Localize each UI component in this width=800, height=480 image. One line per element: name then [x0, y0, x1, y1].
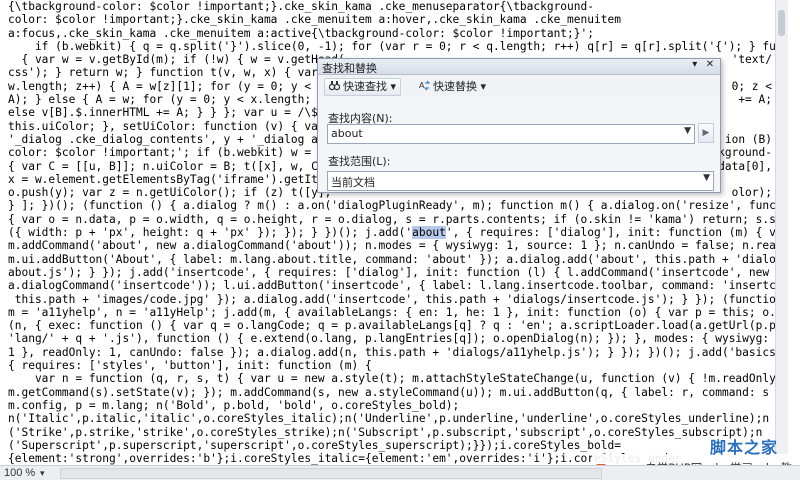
quick-replace-button[interactable]: A 快速替换 ▾: [414, 78, 491, 96]
code-line[interactable]: m.ui.addButton('About', { label: m.lang.…: [8, 253, 788, 266]
code-line[interactable]: m.config, p = m.lang; n('Bold', p.bold, …: [8, 399, 784, 412]
search-match-highlight: about: [412, 226, 446, 240]
watermark-logo: 脚本之家: [709, 438, 778, 457]
replace-icon: A: [419, 80, 431, 91]
find-replace-dialog: 查找和替换 ▾ ✕ 快速查找 ▾ A 快速替换 ▾ 查找内容(N): about…: [317, 58, 721, 193]
status-bar: 100 % ▾: [0, 465, 800, 480]
code-line[interactable]: (n, { exec: function () { var q = o.lang…: [8, 319, 788, 332]
chevron-down-icon[interactable]: ▾: [391, 80, 397, 93]
arrow-right-icon: ▶: [702, 128, 710, 138]
look-in-label: 查找范围(L):: [328, 155, 391, 168]
find-what-value: about: [331, 127, 363, 140]
code-line-fragment[interactable]: data[0],: [718, 159, 772, 173]
code-line[interactable]: color: $color !important;}.cke_skin_kama…: [8, 13, 784, 26]
zoom-level[interactable]: 100 %: [4, 466, 35, 480]
code-line[interactable]: {\tbackground-color: $color !important;}…: [8, 0, 784, 13]
svg-text:A: A: [419, 81, 425, 90]
code-line[interactable]: this.path + 'images/code.jpg' }); a.dial…: [8, 293, 784, 306]
code-line[interactable]: ({ width: p + 'px', height: q + 'px' });…: [8, 226, 788, 240]
scroll-thumb[interactable]: [778, 10, 785, 36]
code-line[interactable]: n('Italic',p.italic,'italic',o.coreStyle…: [8, 412, 784, 425]
look-in-value: 当前文档: [331, 176, 375, 189]
quick-find-label: 快速查找: [343, 80, 387, 93]
code-line-fragment[interactable]: olor);: [731, 186, 772, 200]
vertical-scrollbar[interactable]: [775, 0, 788, 466]
code-line[interactable]: a:focus,.cke_skin_kama .cke_menuitem a:a…: [8, 27, 784, 40]
code-line[interactable]: var n = function (q, r, s, t) { var u = …: [8, 372, 788, 385]
dialog-mode-toolbar: 快速查找 ▾ A 快速替换 ▾: [318, 75, 720, 97]
chevron-down-icon[interactable]: ▼: [684, 126, 691, 136]
code-line[interactable]: ('Strike',p.strike,'strike',o.coreStyles…: [8, 426, 784, 439]
chevron-down-icon[interactable]: ▾: [481, 80, 487, 93]
dialog-title: 查找和替换: [322, 62, 377, 75]
close-icon[interactable]: ✕: [704, 59, 716, 70]
code-line-fragment[interactable]: ion (B): [724, 133, 772, 147]
code-line[interactable]: m = 'a11yhelp', n = 'a11yHelp'; j.add(m,…: [8, 306, 788, 319]
code-line[interactable]: m.addCommand('about', new a.dialogComman…: [8, 239, 788, 252]
code-line-fragment[interactable]: += A;: [738, 93, 772, 107]
code-line[interactable]: ('Superscript',p.superscript,'superscrip…: [8, 439, 784, 452]
code-line[interactable]: a.dialogCommand('insertcode')); l.ui.add…: [8, 279, 788, 292]
code-line[interactable]: m.getCommand(s).setState(v); }); m.addCo…: [8, 386, 788, 399]
chevron-down-icon[interactable]: ▾: [40, 466, 45, 480]
code-line-fragment[interactable]: 0; z <: [731, 79, 772, 94]
code-line[interactable]: if (b.webkit) { q = q.split('}').slice(0…: [8, 40, 788, 53]
chevron-down-icon[interactable]: ▼: [703, 173, 710, 183]
find-what-input[interactable]: about ▼: [327, 124, 695, 144]
code-line[interactable]: 1 }, readOnly: 1, canUndo: false }); a.d…: [8, 346, 788, 359]
code-line[interactable]: about.js'); } }); j.add('insertcode', { …: [8, 266, 784, 279]
dialog-menu-icon[interactable]: ▾: [689, 59, 701, 70]
dialog-titlebar[interactable]: 查找和替换 ▾ ✕: [318, 59, 720, 75]
code-line[interactable]: } ]; })(); (function () { a.dialog ? m()…: [8, 199, 788, 212]
code-line[interactable]: { var o = n.data, p = o.width, q = o.hei…: [8, 213, 788, 226]
look-in-select[interactable]: 当前文档 ▼: [327, 171, 714, 191]
binoculars-icon: [328, 80, 341, 91]
quick-find-button[interactable]: 快速查找 ▾: [324, 78, 402, 96]
quick-replace-label: 快速替换: [433, 80, 477, 93]
horizontal-scrollbar[interactable]: [60, 468, 602, 479]
code-line-fragment[interactable]: 'text/: [731, 53, 772, 67]
code-line[interactable]: 'lang/' + q + '.js'), function () { e.ex…: [8, 332, 788, 345]
code-line[interactable]: { requires: ['styles', 'button'], init: …: [8, 359, 784, 372]
find-next-button[interactable]: ▶: [698, 123, 714, 143]
